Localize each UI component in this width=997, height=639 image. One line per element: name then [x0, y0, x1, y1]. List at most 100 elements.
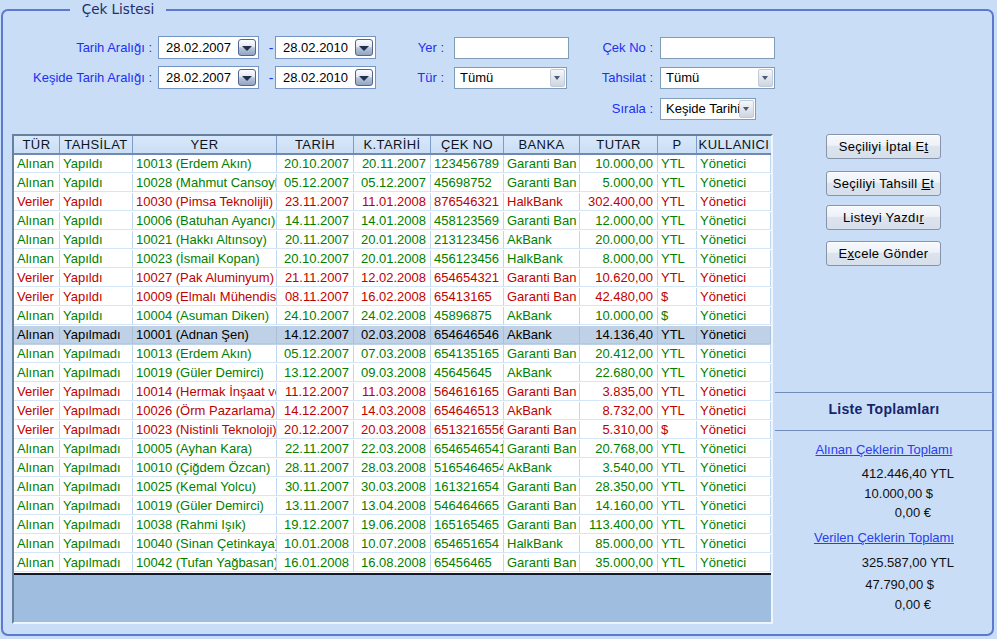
- cell-banka: Garanti Ban: [504, 421, 580, 439]
- column-header-yer[interactable]: YER: [133, 136, 277, 153]
- cell-kullanici: Yönetici: [697, 231, 771, 249]
- table-row[interactable]: AlınanYapıldı10021 (Hakkı Altınsoy)20.11…: [14, 231, 771, 250]
- table-row[interactable]: VerilerYapıldı10009 (Elmalı Mühendislik)…: [14, 288, 771, 307]
- cell-tutar: 42.480,00: [580, 288, 658, 306]
- verilen-toplami-link[interactable]: Verilen Çeklerin Toplamı: [775, 530, 993, 545]
- tahsilat-dropdown-button[interactable]: [758, 69, 773, 87]
- tarih-from-dropdown-button[interactable]: [238, 39, 256, 56]
- keside-to-dropdown-button[interactable]: [355, 69, 373, 86]
- table-row[interactable]: AlınanYapılmadı10005 (Ayhan Kara)22.11.2…: [14, 440, 771, 459]
- yer-input[interactable]: [454, 37, 569, 59]
- print-list-button[interactable]: Listeyi Yazdır: [826, 205, 941, 230]
- sirala-combobox[interactable]: Keşide Tarihi: [660, 98, 756, 120]
- tur-dropdown-button[interactable]: [550, 69, 565, 87]
- column-header-tutar[interactable]: TUTAR: [580, 136, 658, 153]
- grid-end-line: [14, 573, 771, 575]
- cell-tutar: 20.412,00: [580, 345, 658, 363]
- keside-from-dropdown-button[interactable]: [238, 69, 256, 86]
- cell-tarih: 20.11.2007: [277, 231, 354, 249]
- cell-cek_no: 6546546541: [431, 440, 504, 458]
- total-value: 412.446,40 YTL: [775, 466, 954, 481]
- table-row[interactable]: AlınanYapıldı10006 (Batuhan Ayancı)14.11…: [14, 212, 771, 231]
- column-header-k_tarihi[interactable]: K.TARİHİ: [354, 136, 431, 153]
- cell-p: YTL: [658, 440, 697, 458]
- cek-no-input[interactable]: [660, 37, 775, 59]
- cell-cek_no: 45896875: [431, 307, 504, 325]
- table-row[interactable]: AlınanYapıldı10013 (Erdem Akın)20.10.200…: [14, 155, 771, 174]
- tarih-from-picker[interactable]: 28.02.2007: [158, 36, 259, 59]
- cell-tahsilat: Yapılmadı: [60, 554, 133, 572]
- table-row[interactable]: AlınanYapılmadı10038 (Rahmi Işık)19.12.2…: [14, 516, 771, 535]
- tur-combobox[interactable]: Tümü: [454, 67, 567, 89]
- chevron-down-icon: [359, 46, 369, 51]
- totals-title: Liste Toplamları: [775, 402, 993, 417]
- sirala-dropdown-button[interactable]: [739, 100, 754, 118]
- cell-p: $: [658, 288, 697, 306]
- cell-tutar: 10.000,00: [580, 307, 658, 325]
- table-row[interactable]: AlınanYapılmadı10019 (Güler Demirci)13.1…: [14, 497, 771, 516]
- cell-tahsilat: Yapıldı: [60, 174, 133, 192]
- tarih-to-picker[interactable]: 28.02.2010: [275, 36, 376, 59]
- cell-tahsilat: Yapılmadı: [60, 383, 133, 401]
- table-row[interactable]: VerilerYapıldı10030 (Pimsa Teknolijli)23…: [14, 193, 771, 212]
- table-row[interactable]: VerilerYapılmadı10014 (Hermak İnşaat ve)…: [14, 383, 771, 402]
- cell-p: YTL: [658, 554, 697, 572]
- export-excel-button[interactable]: Excele Gönder: [826, 241, 941, 266]
- table-row[interactable]: VerilerYapılmadı10023 (Nistinli Teknoloj…: [14, 421, 771, 440]
- cell-banka: AkBank: [504, 307, 580, 325]
- table-row[interactable]: AlınanYapıldı10023 (İsmail Kopan)20.10.2…: [14, 250, 771, 269]
- cell-tutar: 14.160,00: [580, 497, 658, 515]
- cell-tarih: 24.10.2007: [277, 307, 354, 325]
- table-row[interactable]: AlınanYapılmadı10013 (Erdem Akın)05.12.2…: [14, 345, 771, 364]
- collect-selected-button[interactable]: Seçiliyi Tahsill Et: [826, 171, 941, 196]
- column-header-tahsilat[interactable]: TAHSİLAT: [60, 136, 133, 153]
- cell-tahsilat: Yapıldı: [60, 307, 133, 325]
- cell-tahsilat: Yapılmadı: [60, 478, 133, 496]
- cell-yer: 10040 (Sinan Çetinkaya): [133, 535, 277, 553]
- cell-cek_no: 123456789: [431, 155, 504, 173]
- cell-k_tarihi: 19.06.2008: [354, 516, 431, 534]
- table-row[interactable]: AlınanYapılmadı10010 (Çiğdem Özcan)28.11…: [14, 459, 771, 478]
- cell-cek_no: 654135165: [431, 345, 504, 363]
- cell-yer: 10019 (Güler Demirci): [133, 497, 277, 515]
- column-header-tur[interactable]: TÜR: [14, 136, 60, 153]
- tarih-from-value: 28.02.2007: [166, 37, 236, 58]
- table-row[interactable]: VerilerYapılmadı10026 (Örm Pazarlama)14.…: [14, 402, 771, 421]
- tarih-to-dropdown-button[interactable]: [355, 39, 373, 56]
- cell-tur: Veriler: [14, 193, 60, 211]
- column-header-banka[interactable]: BANKA: [504, 136, 580, 153]
- column-header-cek_no[interactable]: ÇEK NO: [431, 136, 504, 153]
- alinan-toplami-link[interactable]: Alınan Çeklerin Toplamı: [775, 442, 993, 457]
- table-row[interactable]: AlınanYapıldı10028 (Mahmut Cansoylu)05.1…: [14, 174, 771, 193]
- table-row[interactable]: AlınanYapılmadı10025 (Kemal Yolcu)30.11.…: [14, 478, 771, 497]
- column-header-p[interactable]: P: [658, 136, 697, 153]
- cell-tutar: 3.835,00: [580, 383, 658, 401]
- cell-tarih: 28.11.2007: [277, 459, 354, 477]
- table-row[interactable]: AlınanYapılmadı10040 (Sinan Çetinkaya)10…: [14, 535, 771, 554]
- cell-banka: HalkBank: [504, 193, 580, 211]
- keside-from-picker[interactable]: 28.02.2007: [158, 66, 259, 89]
- chevron-down-icon: [242, 76, 252, 81]
- column-header-tarih[interactable]: TARİH: [277, 136, 354, 153]
- cell-k_tarihi: 07.03.2008: [354, 345, 431, 363]
- keside-to-picker[interactable]: 28.02.2010: [275, 66, 376, 89]
- cell-kullanici: Yönetici: [697, 497, 771, 515]
- table-row[interactable]: AlınanYapılmadı10042 (Tufan Yağbasan)16.…: [14, 554, 771, 573]
- table-row[interactable]: AlınanYapılmadı10019 (Güler Demirci)13.1…: [14, 364, 771, 383]
- groupbox-title: Çek Listesi: [70, 0, 166, 19]
- cell-banka: Garanti Ban: [504, 383, 580, 401]
- cancel-selected-button[interactable]: Seçiliyi İptal Et: [826, 134, 941, 159]
- table-row[interactable]: VerilerYapıldı10027 (Pak Aluminyum)21.11…: [14, 269, 771, 288]
- cell-tutar: 10.620,00: [580, 269, 658, 287]
- table-row[interactable]: AlınanYapıldı10004 (Asuman Diken)24.10.2…: [14, 307, 771, 326]
- table-row-selected[interactable]: AlınanYapılmadı10001 (Adnan Şen)14.12.20…: [14, 326, 771, 345]
- tahsilat-combobox[interactable]: Tümü: [660, 67, 775, 89]
- button-mnemonic: E: [921, 176, 930, 191]
- cell-tarih: 05.12.2007: [277, 345, 354, 363]
- column-header-kullanici[interactable]: KULLANICI: [697, 136, 771, 153]
- cell-tahsilat: Yapılmadı: [60, 421, 133, 439]
- cell-tur: Alınan: [14, 535, 60, 553]
- cell-kullanici: Yönetici: [697, 421, 771, 439]
- cell-tahsilat: Yapıldı: [60, 155, 133, 173]
- cell-kullanici: Yönetici: [697, 383, 771, 401]
